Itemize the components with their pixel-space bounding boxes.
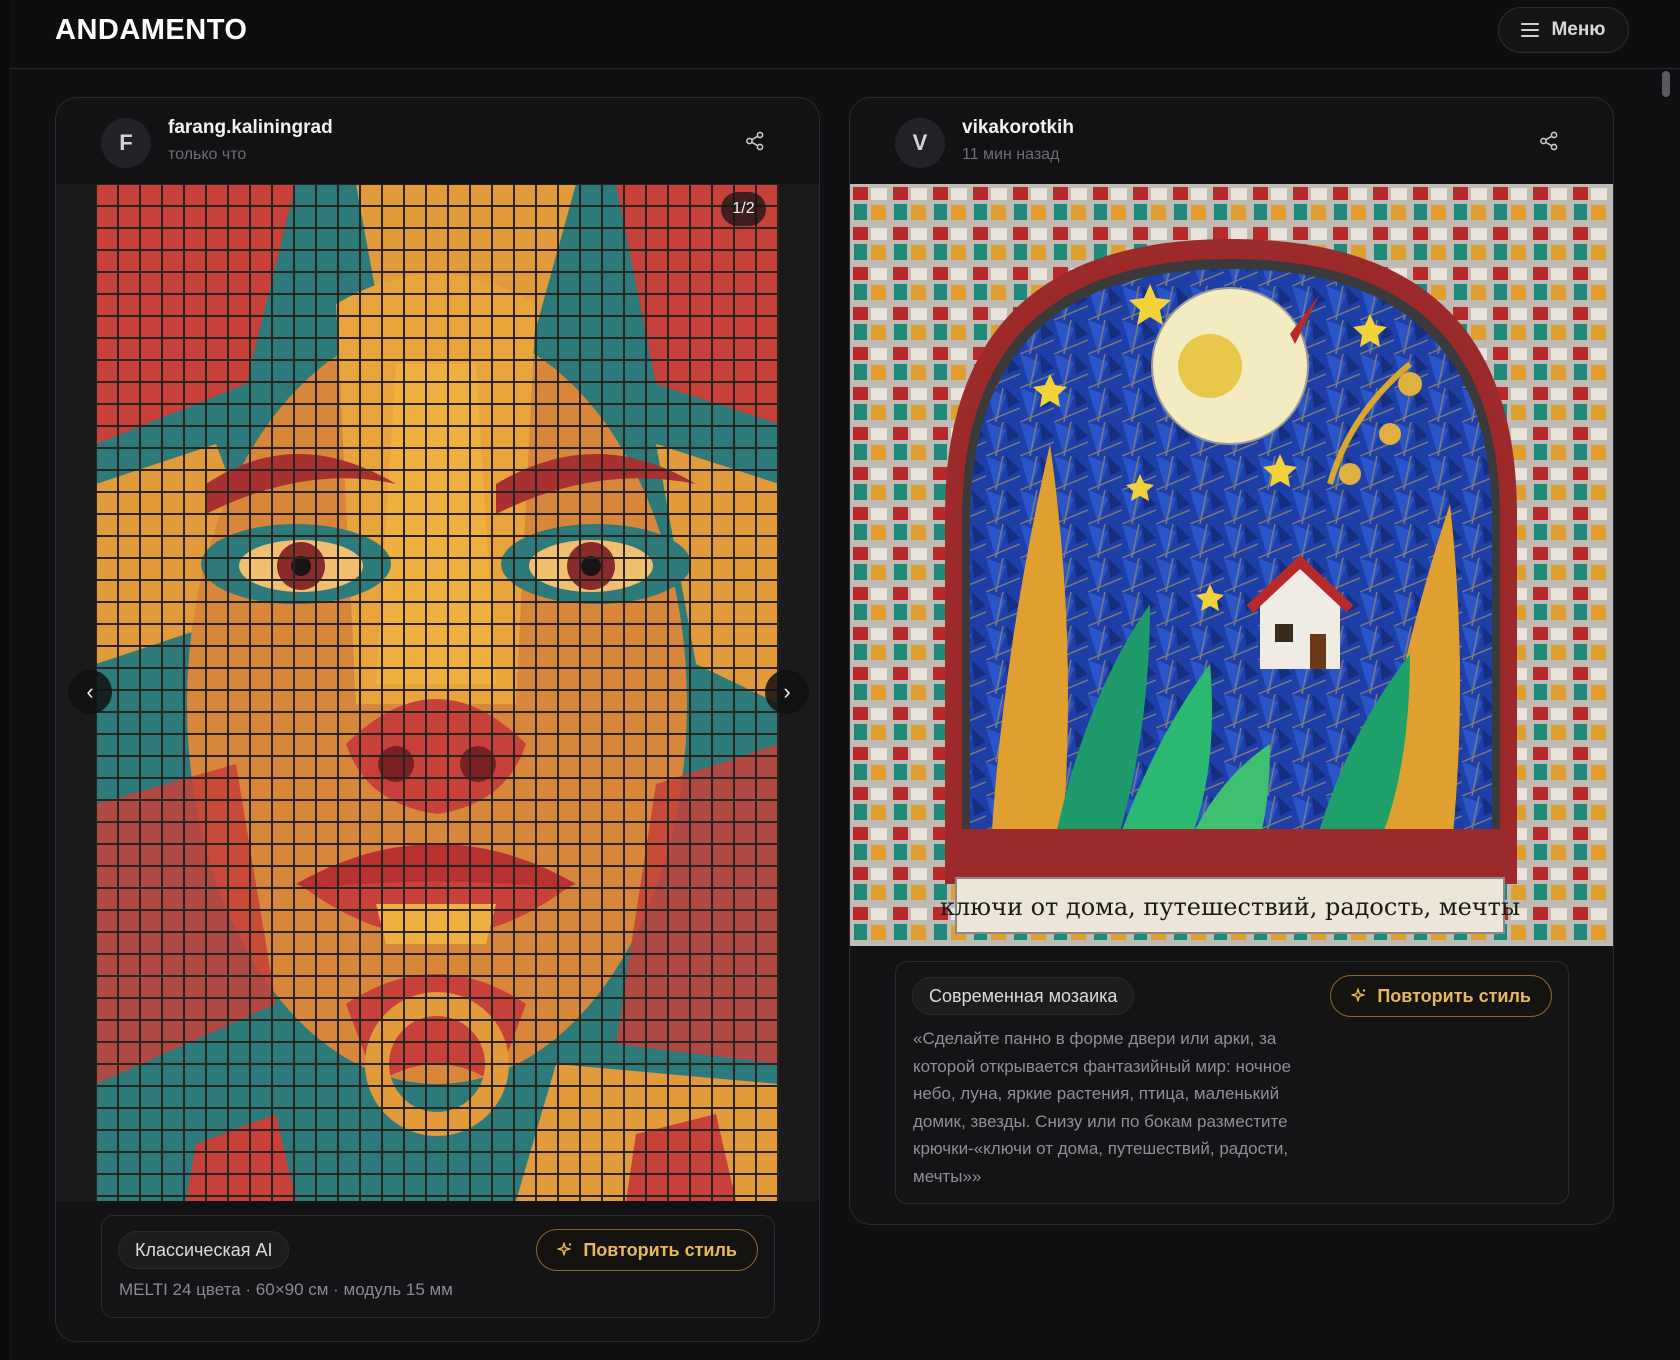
post-info: Современная мозаика Повторить стиль «Сде… — [895, 961, 1569, 1204]
post-meta: MELTI 24 цвета · 60×90 см · модуль 15 мм — [119, 1280, 453, 1299]
post-header: V vikakorotkih 11 мин назад — [850, 98, 1613, 184]
menu-label: Меню — [1551, 19, 1606, 40]
post-card: F farang.kaliningrad только что 1/2 ‹ › … — [55, 97, 820, 1342]
avatar[interactable]: V — [895, 118, 945, 168]
app-logo[interactable]: ANDAMENTO — [55, 14, 247, 47]
repeat-style-label: Повторить стиль — [1377, 985, 1531, 1006]
scrollbar-thumb[interactable] — [1662, 71, 1670, 97]
post-info: Классическая AI Повторить стиль MELTI 24… — [101, 1215, 775, 1318]
post-time: только что — [168, 146, 247, 163]
image-caption-text: ключи от дома, путешествий, радость, меч… — [940, 893, 1520, 921]
next-image-button[interactable]: › — [765, 670, 809, 714]
hamburger-icon — [1521, 23, 1540, 37]
share-icon[interactable] — [745, 131, 765, 151]
username[interactable]: vikakorotkih — [962, 117, 1074, 139]
style-tag[interactable]: Классическая AI — [118, 1231, 290, 1269]
post-prompt: «Сделайте панно в форме двери или арки, … — [913, 1029, 1292, 1186]
repeat-style-label: Повторить стиль — [583, 1239, 737, 1260]
style-tag[interactable]: Современная мозаика — [912, 977, 1135, 1015]
top-bar: ANDAMENTO Меню — [10, 0, 1680, 69]
repeat-style-button[interactable]: Повторить стиль — [536, 1229, 758, 1271]
image-counter: 1/2 — [721, 192, 766, 226]
post-time: 11 мин назад — [962, 146, 1060, 163]
repeat-style-button[interactable]: Повторить стиль — [1330, 975, 1552, 1017]
prev-image-button[interactable]: ‹ — [68, 670, 112, 714]
scrollbar[interactable] — [1662, 70, 1670, 1360]
post-image-carousel[interactable]: 1/2 ‹ › — [56, 184, 819, 1201]
menu-button[interactable]: Меню — [1498, 7, 1629, 53]
share-icon[interactable] — [1539, 131, 1559, 151]
avatar[interactable]: F — [101, 118, 151, 168]
post-card: V vikakorotkih 11 мин назад ключи от дом… — [849, 97, 1614, 1225]
post-header: F farang.kaliningrad только что — [56, 98, 819, 184]
post-image[interactable]: ключи от дома, путешествий, радость, меч… — [850, 184, 1613, 946]
sparkle-icon — [557, 1242, 572, 1256]
sparkle-icon — [1351, 988, 1366, 1002]
stained-glass-arch-image: ключи от дома, путешествий, радость, меч… — [850, 184, 1613, 946]
username[interactable]: farang.kaliningrad — [168, 117, 333, 139]
mosaic-face-image — [96, 184, 779, 1201]
